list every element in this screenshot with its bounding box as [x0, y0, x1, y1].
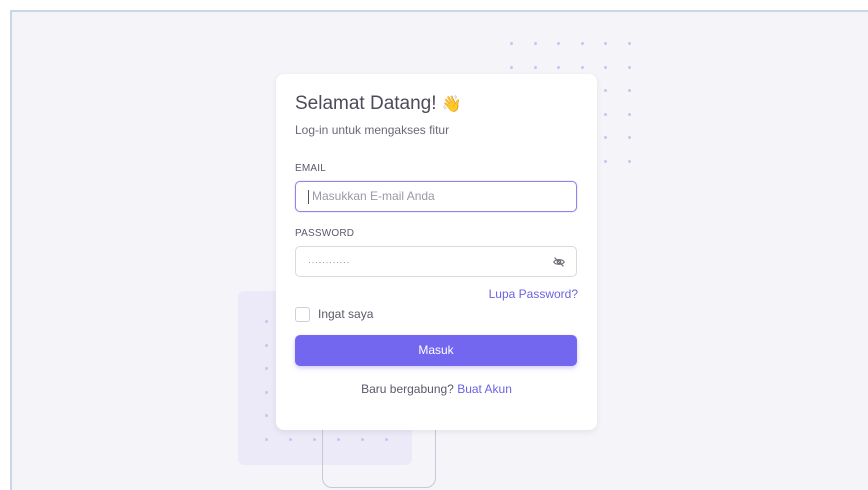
decor-dot — [627, 89, 631, 92]
decor-dot — [604, 136, 607, 139]
password-field[interactable]: ············ — [295, 246, 577, 277]
page-subtitle: Log-in untuk mengakses fitur — [295, 123, 450, 137]
page-title: Selamat Datang! 👋 — [295, 93, 462, 115]
signup-prompt: Baru bergabung? Buat Akun — [276, 382, 597, 396]
email-field[interactable]: Masukkan E-mail Anda — [295, 181, 577, 212]
text-caret — [308, 189, 309, 204]
password-label: PASSWORD — [295, 228, 355, 239]
remember-me[interactable]: Ingat saya — [295, 306, 373, 322]
signup-prompt-text: Baru bergabung? — [361, 382, 454, 396]
decor-dot — [533, 42, 537, 45]
remember-checkbox[interactable] — [295, 306, 310, 322]
decor-dot — [265, 320, 268, 323]
decor-dot — [580, 65, 584, 69]
remember-label: Ingat saya — [318, 307, 374, 321]
password-value: ············ — [308, 257, 350, 267]
decor-dot — [265, 414, 268, 417]
decor-dot — [313, 437, 316, 441]
eye-off-icon[interactable] — [552, 255, 566, 269]
login-card: Selamat Datang! 👋 Log-in untuk mengakses… — [276, 74, 597, 430]
decor-dot — [627, 112, 631, 116]
decor-dot — [627, 65, 631, 69]
signup-link[interactable]: Buat Akun — [457, 382, 512, 396]
forgot-password-link[interactable]: Lupa Password? — [489, 287, 578, 301]
decor-dot — [289, 437, 292, 441]
email-placeholder: Masukkan E-mail Anda — [312, 189, 435, 203]
decor-dot — [533, 65, 537, 69]
decor-dot — [604, 42, 607, 45]
decor-dot — [557, 65, 560, 69]
title-text: Selamat Datang! — [295, 93, 437, 114]
decor-dot — [510, 65, 513, 69]
decor-dot — [265, 343, 268, 347]
email-label: EMAIL — [295, 163, 327, 174]
decor-dot — [510, 42, 513, 45]
decor-dot — [604, 89, 607, 92]
decor-dot — [557, 42, 560, 45]
decor-dot — [604, 159, 607, 163]
decor-dot — [627, 136, 631, 139]
decor-dot — [265, 390, 268, 394]
decor-dot — [627, 42, 631, 45]
login-button[interactable]: Masuk — [295, 335, 577, 366]
decor-dot — [627, 159, 631, 163]
decor-dot — [604, 65, 607, 69]
waving-hand-icon: 👋 — [441, 96, 462, 113]
decor-dot — [580, 42, 584, 45]
decor-dot — [604, 112, 607, 116]
decor-dot — [265, 367, 268, 370]
decor-dot — [265, 437, 268, 441]
